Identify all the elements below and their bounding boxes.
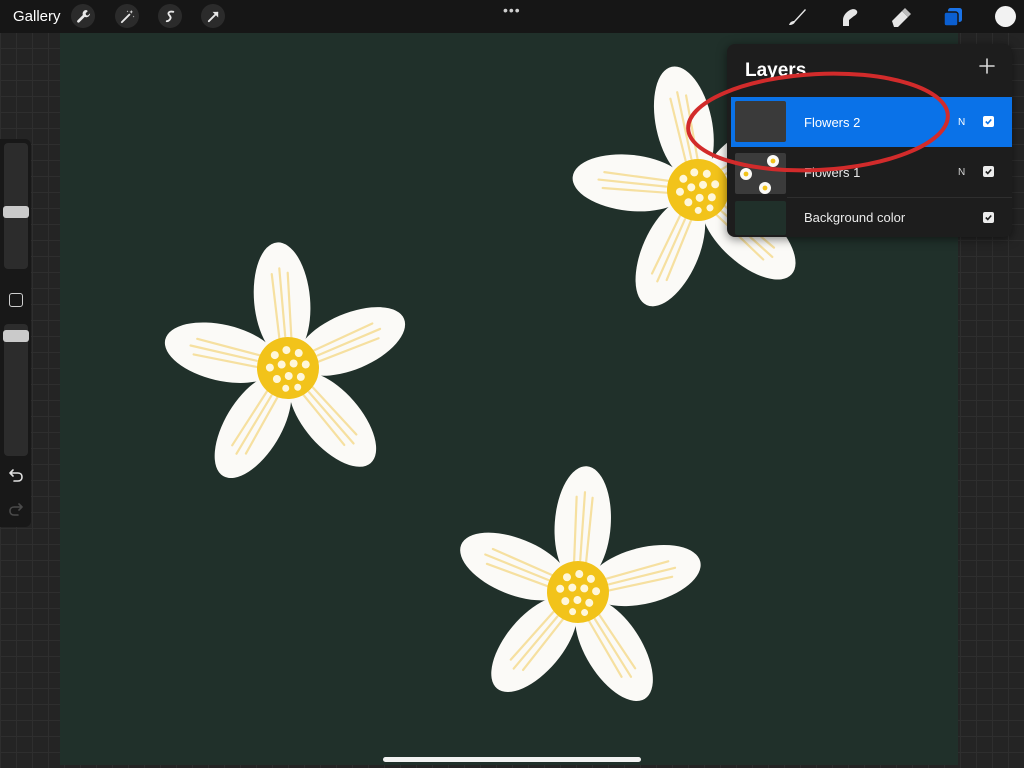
blend-mode-button[interactable]: N: [958, 117, 965, 128]
wrench-icon[interactable]: [71, 4, 95, 28]
eraser-icon[interactable]: [889, 5, 913, 29]
blend-mode-button[interactable]: N: [958, 167, 965, 178]
more-options-button[interactable]: •••: [503, 2, 521, 18]
layer-visibility-checkbox[interactable]: [983, 212, 994, 223]
layer-name: Flowers 1: [804, 165, 861, 180]
opacity-thumb[interactable]: [3, 330, 29, 342]
daisy-flower: [147, 230, 428, 499]
layer-row-flowers-2[interactable]: Flowers 2 N: [731, 97, 1012, 147]
layer-name: Flowers 2: [804, 115, 861, 130]
undo-icon[interactable]: [8, 467, 24, 483]
layer-row-background-color[interactable]: Background color: [731, 198, 1012, 238]
opacity-slider[interactable]: [3, 324, 29, 456]
plus-icon[interactable]: [977, 56, 997, 76]
transform-icon[interactable]: [201, 4, 225, 28]
gallery-button[interactable]: Gallery: [13, 8, 61, 25]
left-sidebar: [0, 139, 31, 527]
top-toolbar: Gallery •••: [0, 0, 1024, 33]
layer-thumbnail: [735, 153, 786, 194]
layer-visibility-checkbox[interactable]: [983, 166, 994, 177]
layer-name: Background color: [804, 210, 906, 225]
redo-icon[interactable]: [8, 501, 24, 517]
magic-wand-icon[interactable]: [115, 4, 139, 28]
panel-title: Layers: [745, 60, 807, 81]
brush-size-slider[interactable]: [3, 143, 29, 269]
brush-size-thumb[interactable]: [3, 205, 29, 218]
layer-visibility-checkbox[interactable]: [983, 116, 994, 127]
brush-icon[interactable]: [785, 5, 809, 29]
layer-thumbnail: [735, 201, 786, 235]
color-picker-button[interactable]: [995, 6, 1016, 27]
layers-icon[interactable]: [941, 5, 965, 29]
home-indicator[interactable]: [383, 757, 641, 762]
layers-panel: Layers Flowers 2 N Flowers 1 N Backgroun…: [727, 44, 1012, 237]
modify-button[interactable]: [9, 293, 23, 307]
layer-row-flowers-1[interactable]: Flowers 1 N: [731, 149, 1012, 195]
smudge-icon[interactable]: [837, 5, 861, 29]
selection-icon[interactable]: [158, 4, 182, 28]
daisy-flower: [440, 456, 717, 721]
layer-thumbnail: [735, 101, 786, 142]
